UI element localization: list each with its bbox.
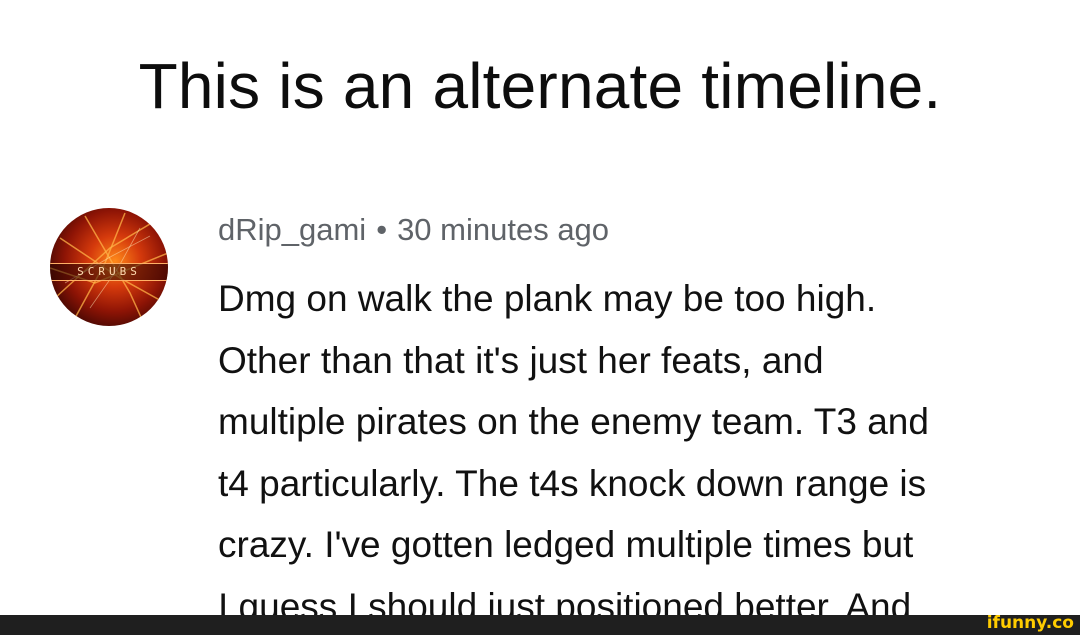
watermark-logo: ifunny.co <box>987 612 1074 634</box>
avatar[interactable]: SCRUBS <box>50 208 168 326</box>
comment-line: Dmg on walk the plank may be too high. <box>218 268 1068 330</box>
meta-separator: • <box>366 212 397 247</box>
comment-line: Other than that it's just her feats, and <box>218 330 1068 392</box>
comment-meta: dRip_gami•30 minutes ago <box>218 210 609 250</box>
comment-line: multiple pirates on the enemy team. T3 a… <box>218 391 1068 453</box>
timestamp: 30 minutes ago <box>397 212 609 247</box>
avatar-logo-text: SCRUBS <box>50 263 168 281</box>
page-title: This is an alternate timeline. <box>0 48 1080 124</box>
comment-line: t4 particularly. The t4s knock down rang… <box>218 453 1068 515</box>
username[interactable]: dRip_gami <box>218 212 366 247</box>
footer-bar: ifunny.co <box>0 615 1080 635</box>
comment-line: crazy. I've gotten ledged multiple times… <box>218 514 1068 576</box>
comment-body: Dmg on walk the plank may be too high. O… <box>218 268 1068 637</box>
